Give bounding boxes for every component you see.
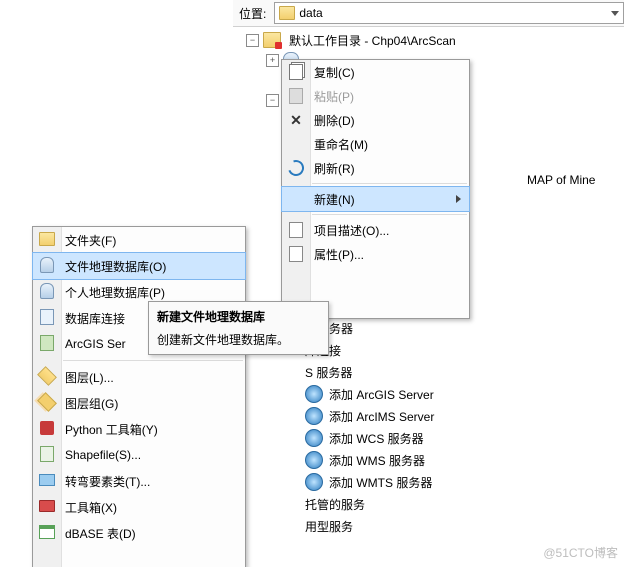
tree-row-root[interactable]: − 默认工作目录 - Chp04\ArcScan — [236, 30, 624, 50]
new-shapefile[interactable]: Shapefile(S)... — [33, 442, 245, 468]
collapse-icon[interactable]: − — [246, 34, 259, 47]
table-icon — [39, 525, 55, 539]
list-item[interactable]: 托管的服务 — [281, 493, 476, 515]
database-icon — [40, 257, 54, 273]
folder-icon — [39, 232, 55, 246]
context-menu: 复制(C) 粘贴(P) ✕删除(D) 重命名(M) 刷新(R) 新建(N) 项目… — [281, 59, 470, 319]
refresh-icon — [285, 157, 306, 178]
list-item[interactable]: 添加 WMS 服务器 — [281, 449, 476, 471]
properties-icon — [289, 246, 303, 262]
new-folder[interactable]: 文件夹(F) — [33, 227, 245, 253]
collapse-icon[interactable]: − — [266, 94, 279, 107]
new-dbase-table[interactable]: dBASE 表(D) — [33, 520, 245, 546]
globe-icon — [305, 429, 323, 447]
tooltip-title: 新建文件地理数据库 — [157, 308, 320, 325]
list-item[interactable]: S 服务器 — [281, 361, 476, 383]
globe-icon — [305, 473, 323, 491]
menu-delete[interactable]: ✕删除(D) — [282, 108, 469, 132]
new-file-gdb[interactable]: 文件地理数据库(O) — [33, 253, 245, 279]
new-submenu: 文件夹(F) 文件地理数据库(O) 个人地理数据库(P) 数据库连接 ArcGI… — [32, 226, 246, 567]
globe-icon — [305, 407, 323, 425]
paste-icon — [289, 88, 303, 104]
menu-refresh[interactable]: 刷新(R) — [282, 156, 469, 180]
menu-paste: 粘贴(P) — [282, 84, 469, 108]
location-bar: 位置: data — [233, 0, 624, 27]
delete-icon: ✕ — [290, 112, 302, 129]
new-layer-group[interactable]: 图层组(G) — [33, 390, 245, 416]
layer-group-icon — [37, 392, 57, 412]
turn-icon — [39, 474, 55, 486]
expand-icon[interactable]: + — [266, 54, 279, 67]
new-turn-feature[interactable]: 转弯要素类(T)... — [33, 468, 245, 494]
folder-icon — [279, 6, 295, 20]
menu-copy[interactable]: 复制(C) — [282, 60, 469, 84]
menu-item-description[interactable]: 项目描述(O)... — [282, 218, 469, 242]
tooltip: 新建文件地理数据库 创建新文件地理数据库。 — [148, 301, 329, 355]
new-python-toolbox[interactable]: Python 工具箱(Y) — [33, 416, 245, 442]
menu-new[interactable]: 新建(N) — [282, 187, 469, 211]
location-value: data — [299, 6, 322, 20]
new-toolbox[interactable]: 工具箱(X) — [33, 494, 245, 520]
db-connection-icon — [40, 309, 54, 325]
list-item[interactable]: 添加 WCS 服务器 — [281, 427, 476, 449]
watermark: @51CTO博客 — [543, 544, 618, 561]
layer-icon — [37, 366, 57, 386]
menu-rename[interactable]: 重命名(M) — [282, 132, 469, 156]
copy-icon — [289, 64, 303, 80]
shapefile-icon — [40, 446, 54, 462]
toolbox-icon — [39, 500, 55, 512]
list-item[interactable]: 添加 ArcGIS Server — [281, 383, 476, 405]
new-layer[interactable]: 图层(L)... — [33, 364, 245, 390]
chevron-down-icon[interactable] — [611, 11, 619, 16]
tree-root-label: 默认工作目录 - Chp04\ArcScan — [285, 31, 460, 50]
tree-label: MAP of Mine — [523, 172, 599, 188]
tooltip-body: 创建新文件地理数据库。 — [157, 331, 320, 348]
database-icon — [40, 283, 54, 299]
home-folder-icon — [263, 32, 281, 48]
arrow-right-icon — [456, 195, 461, 203]
location-field[interactable]: data — [274, 2, 624, 24]
list-item[interactable]: 添加 ArcIMS Server — [281, 405, 476, 427]
list-item[interactable]: 添加 WMTS 服务器 — [281, 471, 476, 493]
python-icon — [40, 421, 54, 435]
location-label: 位置: — [233, 5, 266, 22]
menu-properties[interactable]: 属性(P)... — [282, 242, 469, 266]
globe-icon — [305, 385, 323, 403]
server-icon — [40, 335, 54, 351]
list-item[interactable]: 用型服务 — [281, 515, 476, 537]
page-icon — [289, 222, 303, 238]
globe-icon — [305, 451, 323, 469]
